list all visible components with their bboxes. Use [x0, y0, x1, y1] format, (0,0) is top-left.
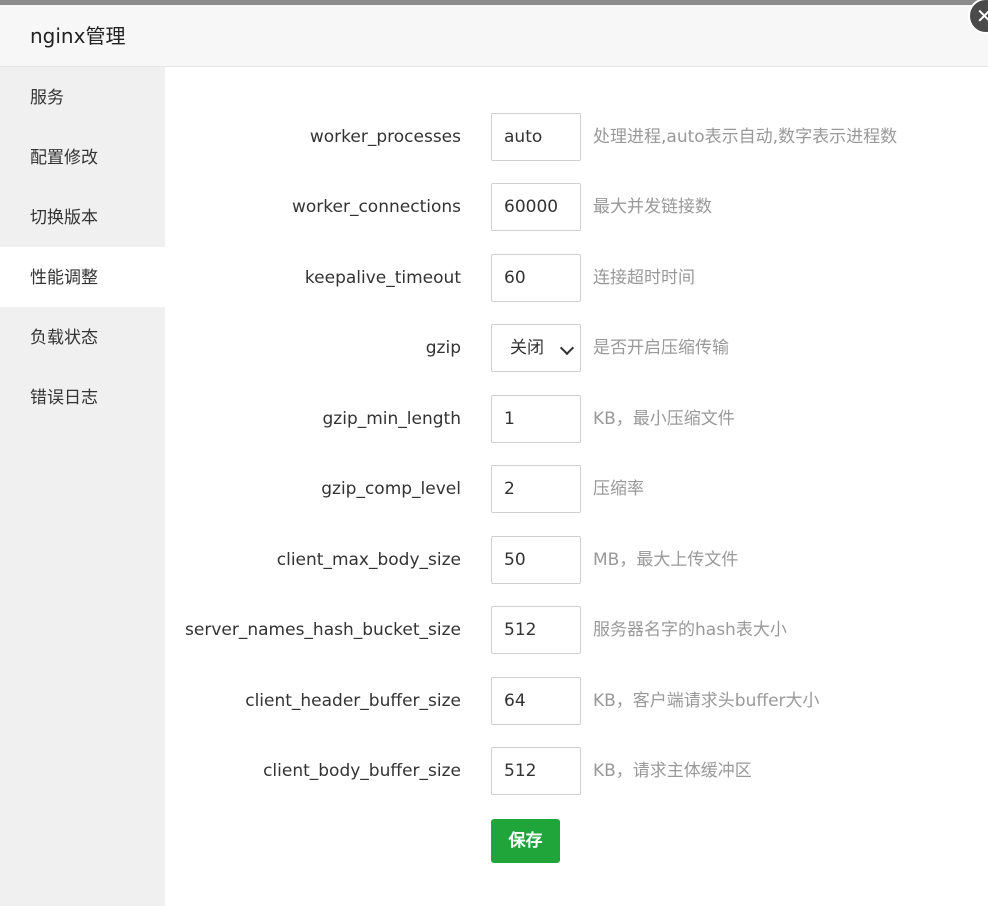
field-label: client_body_buffer_size [263, 761, 461, 781]
performance-form: worker_processes 处理进程,auto表示自动,数字表示进程数 w… [165, 67, 988, 906]
field-label: worker_connections [291, 197, 461, 217]
field-hint: 压缩率 [593, 479, 644, 499]
sidebar-item-switch-version[interactable]: 切换版本 [0, 187, 165, 247]
sidebar-item-error-log[interactable]: 错误日志 [0, 367, 165, 427]
sidebar-item-performance[interactable]: 性能调整 [0, 247, 165, 307]
form-row-gzip-comp-level: gzip_comp_level 压缩率 [165, 465, 988, 513]
field-label: gzip_comp_level [321, 479, 461, 499]
field-hint: 处理进程,auto表示自动,数字表示进程数 [593, 127, 898, 147]
form-row-gzip: gzip 关闭 是否开启压缩传输 [165, 324, 988, 372]
field-hint: KB，请求主体缓冲区 [593, 761, 752, 781]
field-label: server_names_hash_bucket_size [185, 620, 461, 640]
keepalive-timeout-input[interactable] [491, 254, 581, 302]
form-row-client-max-body-size: client_max_body_size MB，最大上传文件 [165, 536, 988, 584]
sidebar: 服务 配置修改 切换版本 性能调整 负载状态 错误日志 [0, 67, 165, 906]
field-hint: KB，最小压缩文件 [593, 409, 735, 429]
field-hint: MB，最大上传文件 [593, 550, 739, 570]
field-hint: 连接超时时间 [593, 268, 695, 288]
form-row-client-body-buffer-size: client_body_buffer_size KB，请求主体缓冲区 [165, 747, 988, 795]
form-row-worker-connections: worker_connections 最大并发链接数 [165, 183, 988, 231]
gzip-min-length-input[interactable] [491, 395, 581, 443]
gzip-comp-level-input[interactable] [491, 465, 581, 513]
gzip-select[interactable]: 关闭 [491, 324, 581, 372]
field-label: gzip [425, 338, 461, 358]
field-hint: 最大并发链接数 [593, 197, 712, 217]
sidebar-item-load-status[interactable]: 负载状态 [0, 307, 165, 367]
field-label: client_max_body_size [276, 550, 461, 570]
client-max-body-size-input[interactable] [491, 536, 581, 584]
worker-connections-input[interactable] [491, 183, 581, 231]
save-button[interactable]: 保存 [491, 819, 560, 863]
worker-processes-input[interactable] [491, 113, 581, 161]
field-label: gzip_min_length [322, 409, 461, 429]
field-hint: 服务器名字的hash表大小 [593, 620, 787, 640]
field-label: worker_processes [309, 127, 461, 147]
client-body-buffer-size-input[interactable] [491, 747, 581, 795]
server-names-hash-bucket-size-input[interactable] [491, 606, 581, 654]
form-row-keepalive-timeout: keepalive_timeout 连接超时时间 [165, 254, 988, 302]
dialog-title: nginx管理 [30, 24, 126, 48]
form-row-worker-processes: worker_processes 处理进程,auto表示自动,数字表示进程数 [165, 113, 988, 161]
field-hint: 是否开启压缩传输 [593, 338, 729, 358]
sidebar-item-config-edit[interactable]: 配置修改 [0, 127, 165, 187]
gzip-selected-value: 关闭 [510, 338, 544, 358]
form-row-client-header-buffer-size: client_header_buffer_size KB，客户端请求头buffe… [165, 677, 988, 725]
field-label: client_header_buffer_size [245, 691, 461, 711]
form-row-server-names-hash-bucket-size: server_names_hash_bucket_size 服务器名字的hash… [165, 606, 988, 654]
field-label: keepalive_timeout [304, 268, 461, 288]
dialog-titlebar: nginx管理 [0, 5, 988, 67]
field-hint: KB，客户端请求头buffer大小 [593, 691, 820, 711]
client-header-buffer-size-input[interactable] [491, 677, 581, 725]
sidebar-item-service[interactable]: 服务 [0, 67, 165, 127]
form-row-gzip-min-length: gzip_min_length KB，最小压缩文件 [165, 395, 988, 443]
chevron-down-icon [559, 340, 575, 356]
